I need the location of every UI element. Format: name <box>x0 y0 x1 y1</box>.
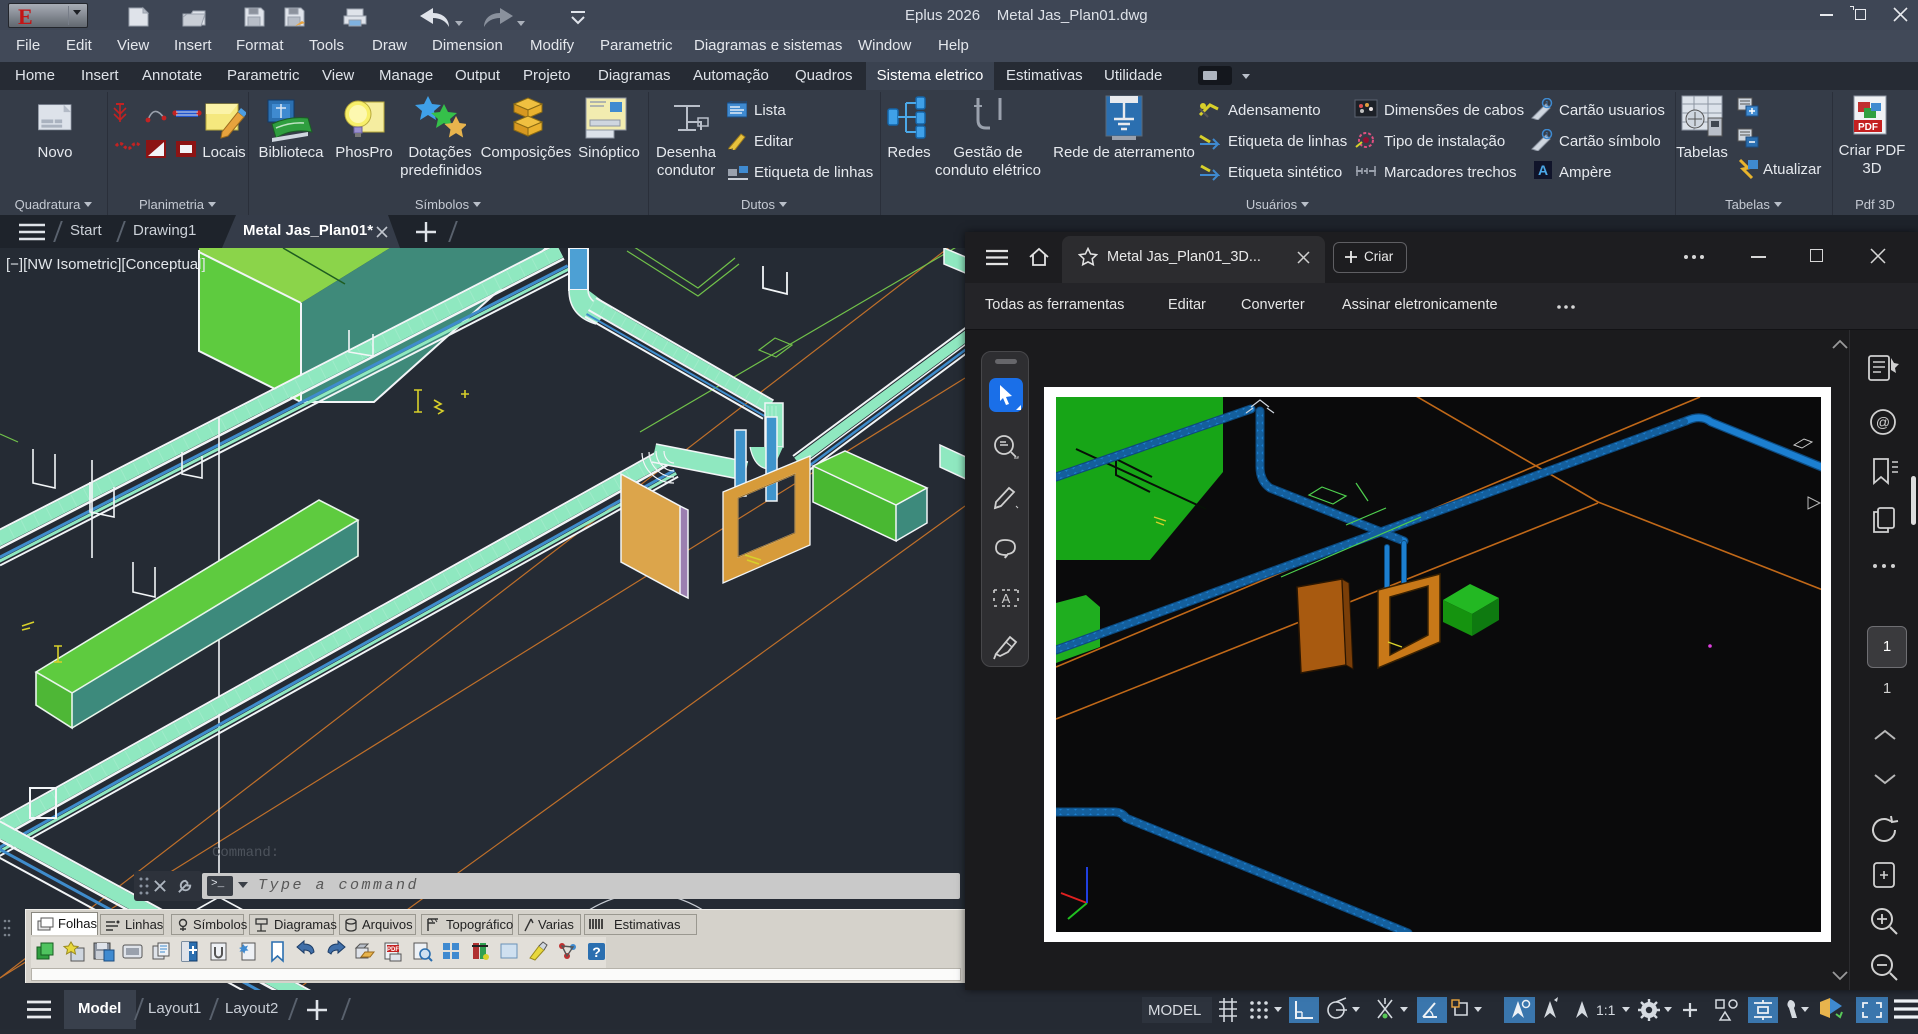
svg-text:PDF: PDF <box>387 947 399 953</box>
svg-text:MODEL: MODEL <box>1148 1002 1201 1019</box>
svg-text:1: 1 <box>1545 132 1549 139</box>
svg-text:@: @ <box>1876 414 1890 430</box>
svg-text:PDF: PDF <box>1858 122 1878 133</box>
svg-text:A: A <box>1002 591 1011 606</box>
svg-text:1:1: 1:1 <box>1596 1002 1616 1018</box>
svg-text:1: 1 <box>1545 101 1549 108</box>
svg-text:A: A <box>1538 162 1548 178</box>
svg-text:?: ? <box>592 944 601 960</box>
